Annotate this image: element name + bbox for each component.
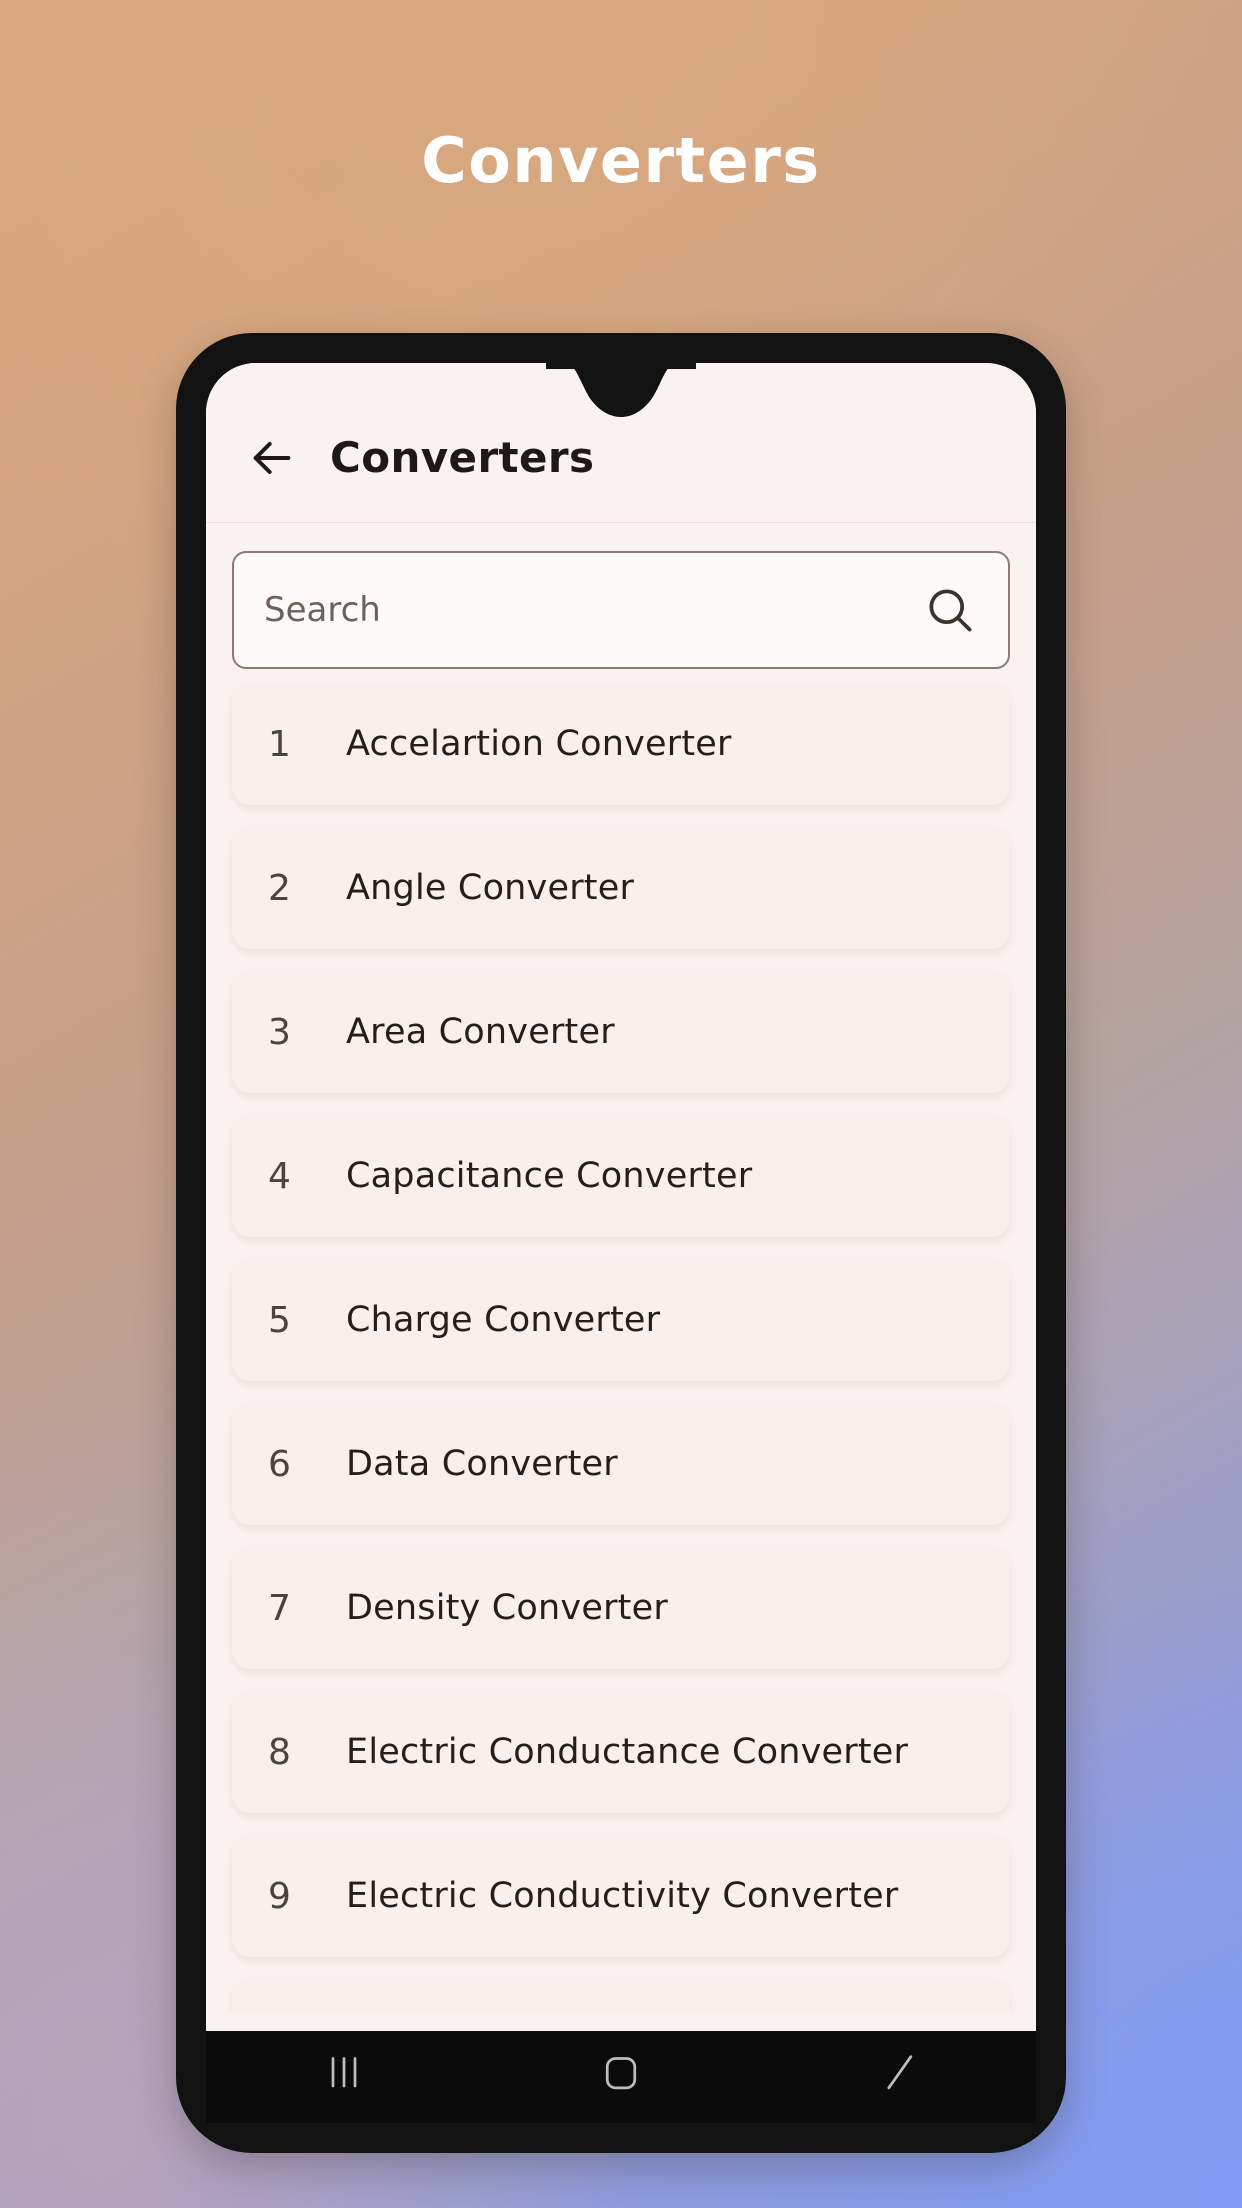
list-item[interactable]: 7 Density Converter <box>232 1547 1010 1669</box>
list-item[interactable]: 5 Charge Converter <box>232 1259 1010 1381</box>
list-item[interactable]: 10 Energy Converter <box>232 1979 1010 2013</box>
list-item-number: 9 <box>268 1875 291 1917</box>
list-item[interactable]: 1 Accelartion Converter <box>232 683 1010 805</box>
search-input[interactable] <box>264 590 922 630</box>
app-bar: Converters <box>206 363 1036 523</box>
list-item[interactable]: 8 Electric Conductance Converter <box>232 1691 1010 1813</box>
search-field[interactable] <box>232 551 1010 669</box>
home-button[interactable] <box>561 2053 681 2115</box>
list-item[interactable]: 4 Capacitance Converter <box>232 1115 1010 1237</box>
list-item-number: 3 <box>268 1011 291 1053</box>
back-button-nav[interactable] <box>838 2053 958 2115</box>
list-item-number: 2 <box>268 867 291 909</box>
search-container <box>206 523 1036 683</box>
recents-icon <box>331 2057 357 2088</box>
list-item[interactable]: 6 Data Converter <box>232 1403 1010 1525</box>
list-item-number: 4 <box>268 1155 291 1197</box>
app-bar-title: Converters <box>330 433 595 482</box>
android-nav-bar <box>206 2031 1036 2123</box>
list-item[interactable]: 3 Area Converter <box>232 971 1010 1093</box>
phone-screen: Converters 1 Accelartion Converter 2 Ang… <box>206 363 1036 2123</box>
recents-button[interactable] <box>284 2053 404 2115</box>
list-item-label: Charge Converter <box>346 1300 661 1340</box>
converter-list[interactable]: 1 Accelartion Converter 2 Angle Converte… <box>206 683 1036 2013</box>
list-item-number: 7 <box>268 1587 291 1629</box>
back-button[interactable] <box>244 430 300 486</box>
list-item-label: Data Converter <box>346 1444 618 1484</box>
search-icon[interactable] <box>922 582 978 638</box>
list-item-number: 6 <box>268 1443 291 1485</box>
list-item[interactable]: 9 Electric Conductivity Converter <box>232 1835 1010 1957</box>
back-slash-icon <box>887 2055 912 2090</box>
list-item-label: Accelartion Converter <box>346 724 732 764</box>
list-item-label: Area Converter <box>346 1012 615 1052</box>
list-item-number: 5 <box>268 1299 291 1341</box>
arrow-left-icon <box>253 441 291 474</box>
phone-mockup: Converters 1 Accelartion Converter 2 Ang… <box>176 333 1066 2153</box>
list-item[interactable]: 2 Angle Converter <box>232 827 1010 949</box>
list-item-label: Electric Conductivity Converter <box>346 1876 899 1916</box>
page-title: Converters <box>421 124 821 197</box>
list-item-number: 8 <box>268 1731 291 1773</box>
list-item-label: Density Converter <box>346 1588 668 1628</box>
list-item-number: 1 <box>268 723 291 765</box>
list-item-label: Angle Converter <box>346 868 635 908</box>
home-icon <box>605 2057 637 2090</box>
list-item-label: Capacitance Converter <box>346 1156 753 1196</box>
list-item-label: Electric Conductance Converter <box>346 1732 909 1772</box>
